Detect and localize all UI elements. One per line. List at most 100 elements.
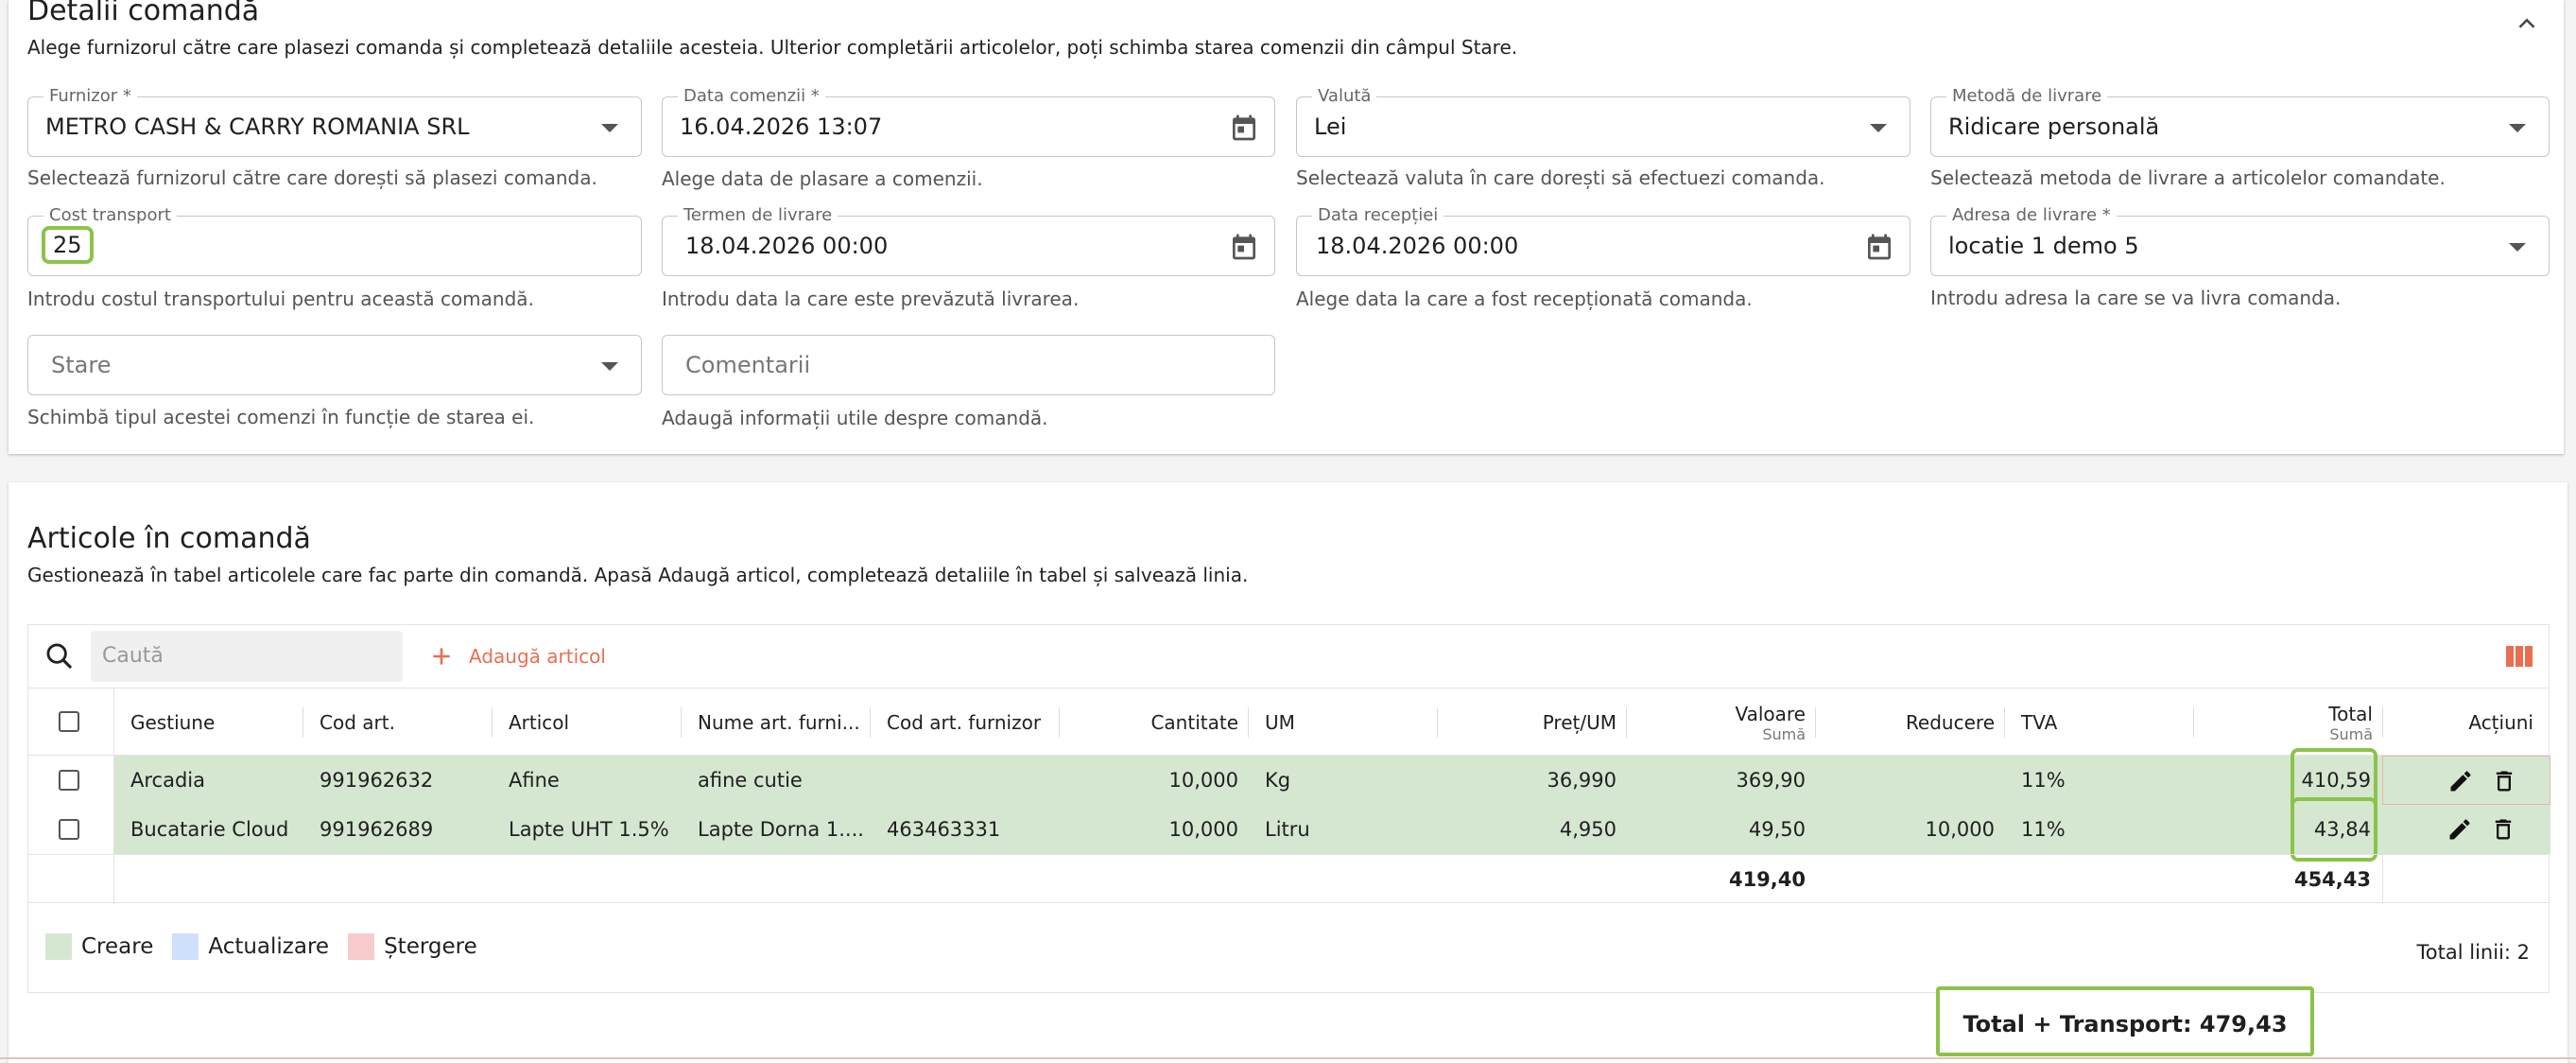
cell-gestiune: Bucatarie Cloud <box>130 818 289 841</box>
cell-nume-furnizor: Lapte Dorna 1.... <box>698 818 864 841</box>
delivery-deadline-label: Termen de livrare <box>678 206 838 225</box>
divider <box>1626 707 1627 738</box>
delivery-method-value: Ridicare personală <box>1948 113 2160 140</box>
table-row[interactable]: Arcadia 991962632 Afine afine cutie 10,0… <box>28 748 2550 812</box>
cell-cod-furnizor: 463463331 <box>887 818 1001 841</box>
cell-nume-furnizor: afine cutie <box>698 769 803 792</box>
transport-cost-hint: Introdu costul transportului pentru acea… <box>27 288 534 310</box>
cell-um: Kg <box>1265 769 1291 792</box>
caret-down-icon <box>2509 124 2526 132</box>
cell-total: 43,84 <box>2313 818 2371 841</box>
currency-hint: Selectează valuta în care dorești să efe… <box>1296 166 1825 189</box>
row-checkbox[interactable] <box>59 819 79 840</box>
currency-label: Valută <box>1312 87 1377 106</box>
currency-select[interactable]: Valută Lei <box>1296 87 1910 157</box>
legend-delete: Ștergere <box>384 934 477 959</box>
col-total-label: Total <box>2328 702 2373 725</box>
sum-total: 454,43 <box>2293 868 2371 891</box>
supplier-select[interactable]: Furnizor * METRO CASH & CARRY ROMANIA SR… <box>27 87 642 157</box>
delivery-address-value: locatie 1 demo 5 <box>1948 233 2139 259</box>
col-tva[interactable]: TVA <box>2021 688 2057 757</box>
reception-date-field[interactable]: Data recepției 18.04.2026 00:00 <box>1296 206 1910 276</box>
divider <box>2382 855 2383 904</box>
order-details-card: Detalii comandă Alege furnizorul către c… <box>9 0 2564 454</box>
calendar-icon[interactable] <box>1864 232 1894 262</box>
col-pret[interactable]: Preț/UM <box>1446 688 1616 757</box>
order-date-value: 16.04.2026 13:07 <box>680 113 883 140</box>
divider <box>113 855 114 904</box>
search-input[interactable]: Caută <box>91 631 403 682</box>
table-footer: 419,40 454,43 <box>28 854 2549 904</box>
comments-input[interactable]: Comentarii <box>662 335 1275 395</box>
delivery-deadline-field[interactable]: Termen de livrare 18.04.2026 00:00 <box>662 206 1275 276</box>
transport-cost-input[interactable]: Cost transport 25 <box>27 206 642 276</box>
search-icon[interactable] <box>43 640 76 672</box>
table-row[interactable]: Bucatarie Cloud 991962689 Lapte UHT 1.5%… <box>28 797 2550 862</box>
cell-valoare: 49,50 <box>1748 818 1806 841</box>
reception-date-hint: Alege data la care a fost recepționată c… <box>1296 288 1753 310</box>
legend-swatch-update <box>172 933 199 960</box>
col-articol[interactable]: Articol <box>509 688 569 757</box>
cell-cantitate: 10,000 <box>1168 769 1238 792</box>
caret-down-icon <box>2509 243 2526 252</box>
row-state-legend: Creare Actualizare Ștergere <box>45 933 477 960</box>
col-cod-art[interactable]: Cod art. <box>320 688 395 757</box>
caret-down-icon <box>601 362 618 371</box>
currency-value: Lei <box>1314 113 1347 140</box>
row-actions <box>2382 805 2550 854</box>
edit-icon[interactable] <box>2447 768 2474 794</box>
legend-swatch-create <box>45 933 72 960</box>
order-articles-card: Articole în comandă Gestionează în tabel… <box>9 482 2567 1063</box>
divider <box>113 688 114 757</box>
chevron-up-icon[interactable] <box>2513 9 2541 38</box>
columns-icon[interactable] <box>2505 644 2533 669</box>
reception-date-value: 18.04.2026 00:00 <box>1316 233 1519 259</box>
order-details-subtitle: Alege furnizorul către care plasezi coma… <box>27 36 1518 59</box>
articles-subtitle: Gestionează în tabel articolele care fac… <box>27 564 1249 586</box>
legend-swatch-delete <box>348 933 375 960</box>
col-cod-furnizor[interactable]: Cod art. furnizor <box>887 688 1041 757</box>
select-all-checkbox[interactable] <box>59 711 79 732</box>
order-date-hint: Alege data de plasare a comenzii. <box>662 167 983 190</box>
col-reducere[interactable]: Reducere <box>1824 688 1995 757</box>
delivery-address-select[interactable]: Adresa de livrare * locatie 1 demo 5 <box>1930 206 2550 276</box>
cell-reducere <box>1824 756 1995 805</box>
row-created-bg <box>113 756 2550 805</box>
status-select[interactable]: Stare <box>27 335 642 395</box>
cell-total: 410,59 <box>2301 769 2371 792</box>
col-nume-furnizor[interactable]: Nume art. furni... <box>698 688 860 757</box>
calendar-icon[interactable] <box>1229 113 1259 143</box>
add-article-label: Adaugă articol <box>469 645 606 668</box>
cell-cod-art: 991962632 <box>320 769 434 792</box>
reception-date-label: Data recepției <box>1312 206 1444 225</box>
col-total-sub: Sumă <box>2329 724 2373 743</box>
comments-placeholder: Comentarii <box>685 352 811 378</box>
col-valoare[interactable]: Valoare Sumă <box>1635 688 1806 757</box>
cell-cantitate: 10,000 <box>1168 818 1238 841</box>
calendar-icon[interactable] <box>1229 232 1259 262</box>
delivery-method-hint: Selectează metoda de livrare a articolel… <box>1930 166 2446 189</box>
delivery-address-label: Adresa de livrare * <box>1946 206 2117 225</box>
add-article-button[interactable]: Adaugă articol <box>429 631 606 682</box>
divider <box>2193 707 2194 738</box>
supplier-hint: Selectează furnizorul către care dorești… <box>27 166 597 189</box>
delivery-deadline-value: 18.04.2026 00:00 <box>685 233 889 259</box>
status-hint: Schimbă tipul acestei comenzi în funcție… <box>27 406 535 428</box>
row-checkbox[interactable] <box>59 770 79 791</box>
row-actions <box>2382 756 2550 805</box>
col-total[interactable]: Total Sumă <box>2203 688 2373 757</box>
trash-icon[interactable] <box>2490 816 2516 843</box>
order-date-field[interactable]: Data comenzii * 16.04.2026 13:07 <box>662 87 1275 157</box>
col-gestiune[interactable]: Gestiune <box>130 688 215 757</box>
status-placeholder: Stare <box>51 352 112 378</box>
col-um[interactable]: UM <box>1265 688 1295 757</box>
delivery-method-select[interactable]: Metodă de livrare Ridicare personală <box>1930 87 2550 157</box>
trash-icon[interactable] <box>2491 768 2517 794</box>
order-date-label: Data comenzii * <box>678 87 825 106</box>
edit-icon[interactable] <box>2446 816 2473 843</box>
col-valoare-label: Valoare <box>1735 702 1806 725</box>
cell-pret: 36,990 <box>1547 769 1616 792</box>
divider <box>0 1057 2576 1059</box>
col-cantitate[interactable]: Cantitate <box>1068 688 1238 757</box>
delivery-deadline-hint: Introdu data la care este prevăzută livr… <box>662 288 1080 310</box>
